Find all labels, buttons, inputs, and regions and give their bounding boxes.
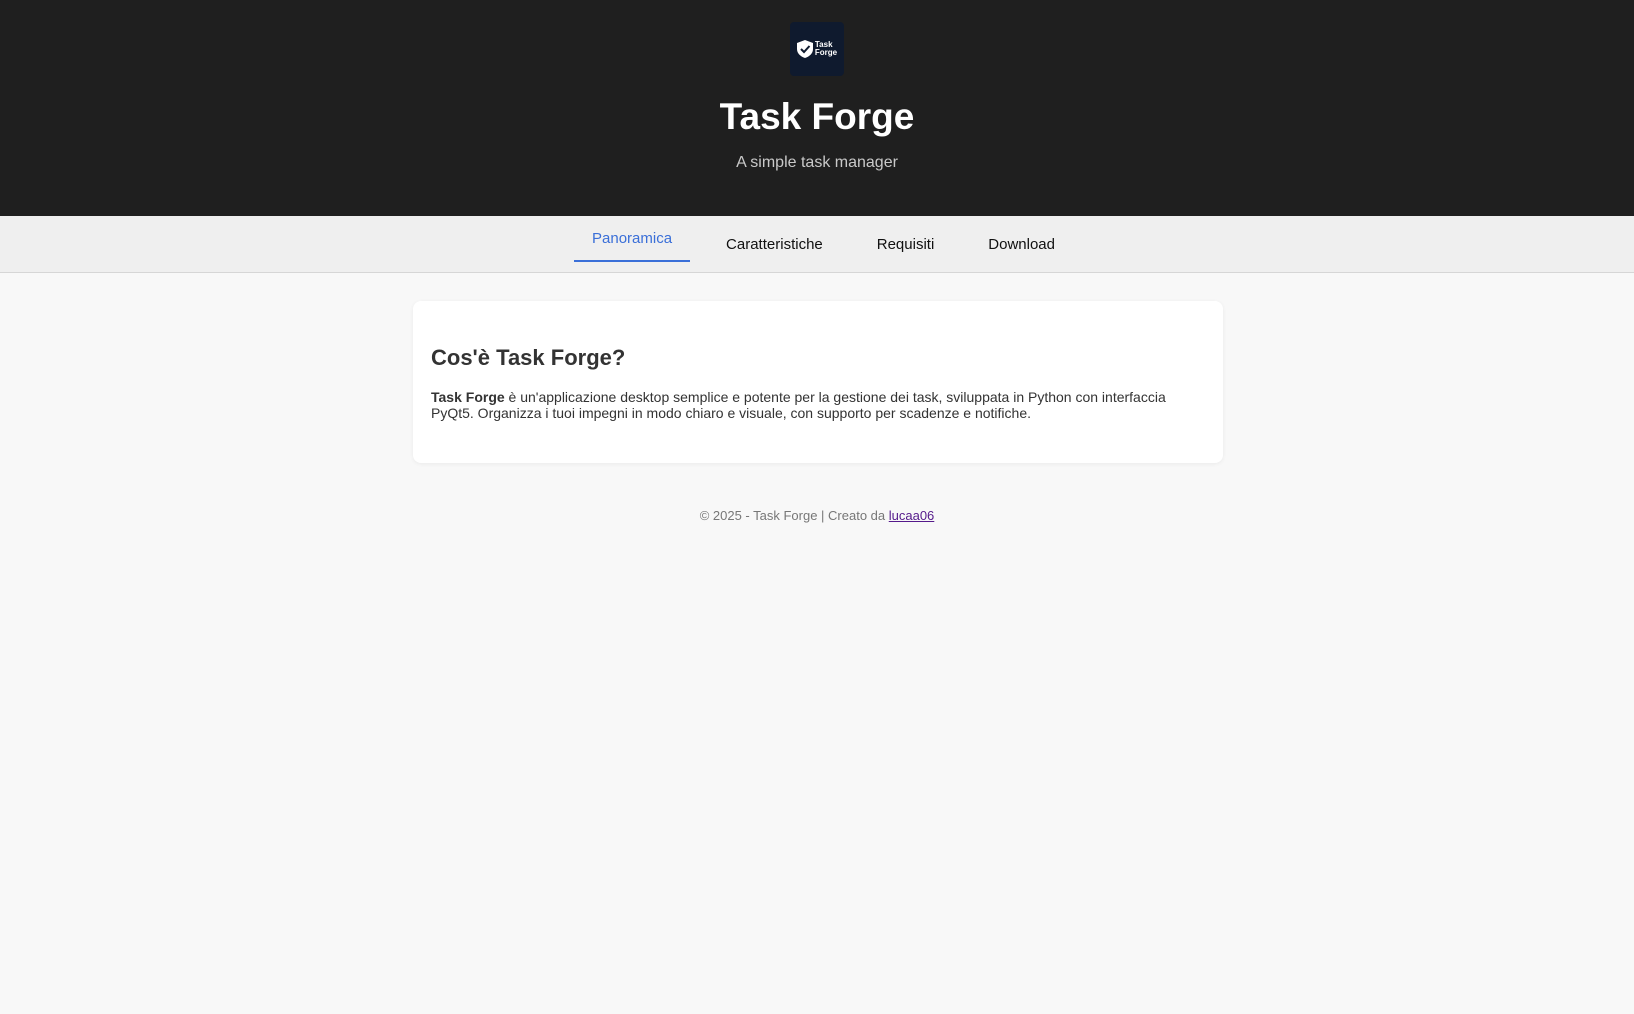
shield-check-icon bbox=[796, 40, 813, 58]
tab-download[interactable]: Download bbox=[970, 216, 1073, 272]
card-description: Task Forge è un'applicazione desktop sem… bbox=[431, 389, 1205, 421]
site-header: Task Forge Task Forge A simple task mana… bbox=[0, 0, 1634, 216]
footer: © 2025 - Task Forge | Creato da lucaa06 bbox=[0, 508, 1634, 523]
logo: Task Forge bbox=[790, 22, 844, 76]
card-description-bold: Task Forge bbox=[431, 389, 505, 405]
tab-nav: Panoramica Caratteristiche Requisiti Dow… bbox=[0, 216, 1634, 273]
card-heading: Cos'è Task Forge? bbox=[431, 345, 626, 370]
logo-text-line2: Forge bbox=[814, 48, 838, 57]
logo-text: Task Forge bbox=[815, 41, 837, 57]
tab-panoramica[interactable]: Panoramica bbox=[574, 216, 691, 262]
tab-caratteristiche[interactable]: Caratteristiche bbox=[708, 216, 841, 272]
page-subtitle: A simple task manager bbox=[736, 154, 898, 171]
footer-text: © 2025 - Task Forge | Creato da bbox=[699, 508, 889, 523]
author-link[interactable]: lucaa06 bbox=[889, 508, 935, 523]
page-title: Task Forge bbox=[719, 96, 915, 137]
overview-card: Cos'è Task Forge? Task Forge è un'applic… bbox=[413, 301, 1223, 463]
tab-requisiti[interactable]: Requisiti bbox=[859, 216, 953, 272]
card-description-text: è un'applicazione desktop semplice e pot… bbox=[431, 389, 1166, 421]
